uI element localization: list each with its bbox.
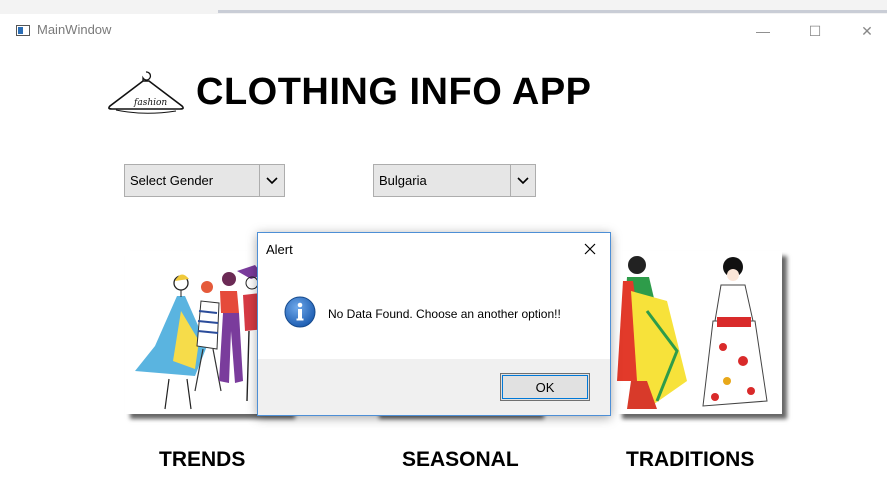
dialog-message: No Data Found. Choose an another option!… [328, 307, 561, 321]
alert-dialog: Alert No Data Found. Choose an another o… [257, 232, 611, 416]
country-select[interactable]: Bulgaria [373, 164, 536, 197]
maximize-button[interactable]: ☐ [792, 16, 838, 46]
ok-button-label: OK [535, 379, 555, 395]
svg-text:fashion: fashion [133, 98, 167, 108]
window-titlebar: MainWindow — ☐ ✕ [0, 16, 887, 46]
gender-select-value: Select Gender [130, 173, 214, 188]
close-icon [584, 243, 596, 255]
window-close-button[interactable]: ✕ [844, 16, 887, 46]
close-icon: ✕ [861, 22, 873, 39]
dialog-title: Alert [266, 242, 293, 257]
minimize-button[interactable]: — [740, 16, 786, 46]
background-window-strip [0, 0, 887, 14]
app-title: CLOTHING INFO APP [196, 71, 592, 113]
dialog-body: No Data Found. Choose an another option!… [258, 267, 610, 359]
minimize-icon: — [756, 23, 770, 39]
country-select-value: Bulgaria [379, 173, 427, 188]
fashion-hanger-icon: fashion [108, 71, 184, 114]
dialog-close-button[interactable] [580, 239, 600, 259]
maximize-icon: ☐ [808, 22, 822, 39]
dialog-footer: OK [258, 359, 610, 415]
ok-button[interactable]: OK [500, 373, 590, 401]
gender-select[interactable]: Select Gender [124, 164, 285, 197]
seasonal-label: SEASONAL [402, 448, 519, 471]
background-window-bar [218, 10, 887, 13]
window-title: MainWindow [37, 22, 112, 37]
chevron-down-icon[interactable] [259, 165, 284, 196]
trends-label: TRENDS [159, 448, 246, 471]
traditions-label: TRADITIONS [626, 448, 755, 471]
chevron-down-icon[interactable] [510, 165, 535, 196]
app-window-icon [16, 25, 30, 36]
info-icon [284, 296, 316, 328]
saree-kimono-figures [617, 256, 768, 409]
traditions-image[interactable] [617, 251, 782, 414]
